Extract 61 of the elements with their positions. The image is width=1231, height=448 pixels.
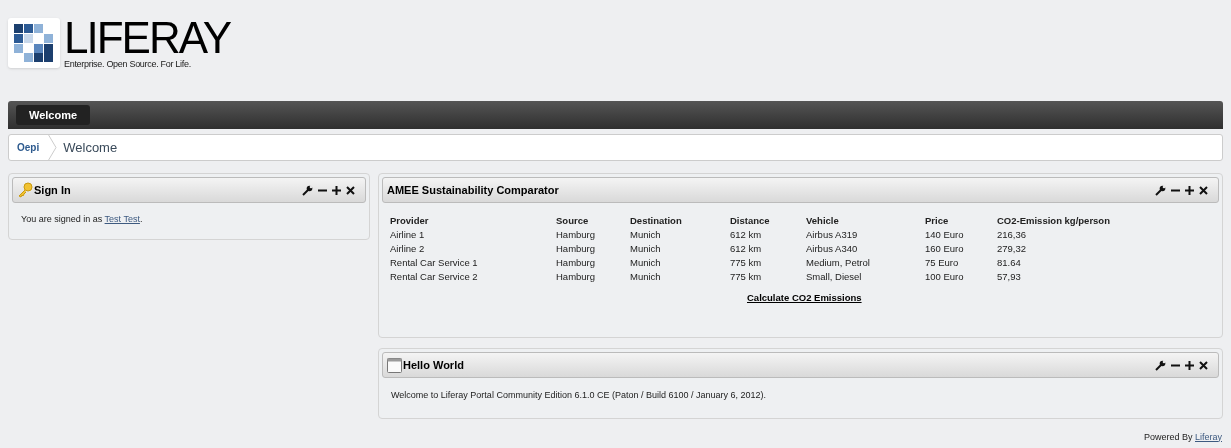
table-cell: Rental Car Service 1 xyxy=(390,256,556,270)
table-cell: Munich xyxy=(630,228,730,242)
table-cell-text: 57,93 xyxy=(997,270,1022,284)
table-cell: Medium, Petrol xyxy=(806,256,925,270)
column-header: Source xyxy=(556,214,630,228)
logo-icon xyxy=(8,18,60,68)
table-cell: 140 Euro xyxy=(925,228,997,242)
calculate-link[interactable]: Calculate CO2 Emissions xyxy=(747,292,862,303)
settings-icon[interactable] xyxy=(1155,184,1166,196)
table-cell: 100 Euro xyxy=(925,270,997,284)
close-icon[interactable] xyxy=(1199,185,1208,195)
table-cell-text: 279,32 xyxy=(997,242,1028,256)
maximize-icon[interactable] xyxy=(1185,185,1194,195)
table-cell: 612 km xyxy=(730,242,806,256)
footer-text: Powered By Liferay xyxy=(1143,430,1222,444)
settings-icon[interactable] xyxy=(302,184,313,196)
table-cell: Hamburg xyxy=(556,242,630,256)
table-cell: Munich xyxy=(630,242,730,256)
column-header: Provider xyxy=(390,214,556,228)
table-cell: Airbus A340 xyxy=(806,242,925,256)
table-cell: 775 km xyxy=(730,270,806,284)
table-cell: Airline 1 xyxy=(390,228,556,242)
window-icon xyxy=(387,357,402,373)
table-cell: Airbus A319 xyxy=(806,228,925,242)
logo-text: LIFERAY xyxy=(64,18,231,58)
breadcrumb-link[interactable]: Oepi xyxy=(9,140,48,155)
maximize-icon[interactable] xyxy=(332,185,341,195)
liferay-link[interactable]: Liferay xyxy=(1195,431,1222,442)
table-cell: Hamburg xyxy=(556,228,630,242)
column-header: Vehicle xyxy=(806,214,925,228)
portlet-title: Hello World xyxy=(403,357,464,373)
column-header: Distance xyxy=(730,214,806,228)
table-cell: 75 Euro xyxy=(925,256,997,270)
table-cell: Airline 2 xyxy=(390,242,556,256)
welcome-message: Welcome to Liferay Portal Community Edition 6.1.0 CE (Paton / Build 6100 / January 6, 2012). xyxy=(390,389,768,402)
table-cell: Hamburg xyxy=(556,256,630,270)
portlet-title: Sign In xyxy=(34,182,71,198)
table-cell: Hamburg xyxy=(556,270,630,284)
column-header: Destination xyxy=(630,214,730,228)
logo-tagline: Enterprise. Open Source. For Life. xyxy=(64,58,192,70)
sign-in-message: You are signed in as Test Test. xyxy=(20,213,144,226)
table-cell-text: 216,36 xyxy=(997,228,1028,242)
nav-tab[interactable]: Welcome xyxy=(16,105,91,125)
settings-icon[interactable] xyxy=(1155,359,1166,371)
table-cell: Munich xyxy=(630,270,730,284)
table-cell: 775 km xyxy=(730,256,806,270)
table-cell: Munich xyxy=(630,256,730,270)
breadcrumb-link[interactable]: Welcome xyxy=(57,137,124,158)
table-cell: Small, Diesel xyxy=(806,270,925,284)
key-icon xyxy=(17,182,33,198)
table-cell: 160 Euro xyxy=(925,242,997,256)
table-cell-text: 81.64 xyxy=(997,256,1022,270)
portlet-title: AMEE Sustainability Comparator xyxy=(387,182,559,198)
close-icon[interactable] xyxy=(1199,360,1208,370)
close-icon[interactable] xyxy=(346,185,355,195)
user-link[interactable]: Test Test xyxy=(104,214,140,224)
column-header: CO2-Emission kg/person xyxy=(997,214,1111,228)
column-header: Price xyxy=(925,214,997,228)
maximize-icon[interactable] xyxy=(1185,360,1194,370)
table-cell: 612 km xyxy=(730,228,806,242)
table-cell: Rental Car Service 2 xyxy=(390,270,556,284)
